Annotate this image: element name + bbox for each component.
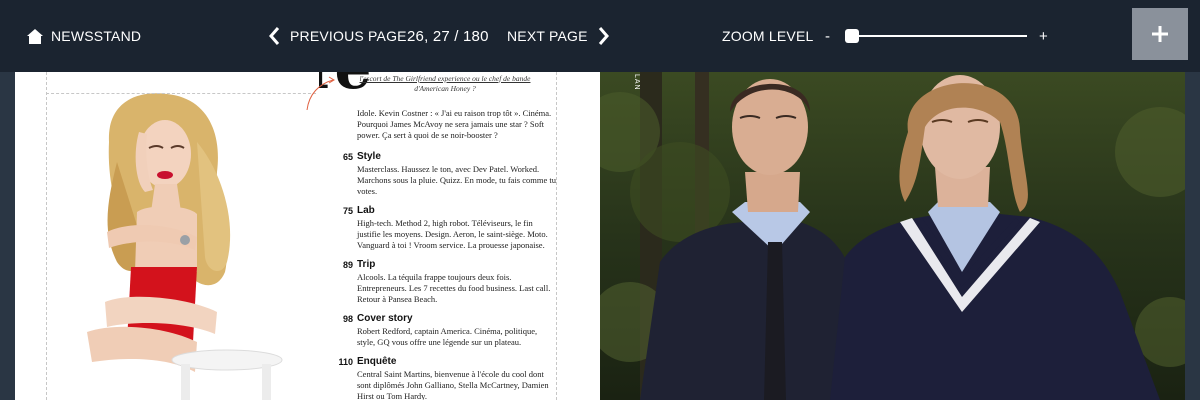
right-page: LAN bbox=[600, 72, 1185, 400]
page-counter: 26, 27 / 180 bbox=[407, 27, 489, 45]
chevron-right-icon bbox=[598, 27, 609, 45]
toc-description: High-tech. Method 2, high robot. Télévis… bbox=[357, 218, 548, 250]
newsstand-label: NEWSSTAND bbox=[51, 28, 142, 44]
left-page: Sommaire 54 bbox=[15, 72, 600, 400]
curved-arrow-icon bbox=[306, 76, 335, 111]
toc-title: Lab bbox=[357, 205, 375, 216]
crop-guide bbox=[46, 93, 316, 94]
fashion-photo bbox=[600, 72, 1185, 400]
toc-title: Trip bbox=[357, 259, 376, 270]
toc-page-number: 75 bbox=[342, 206, 353, 216]
cover-model-image bbox=[47, 72, 319, 400]
add-button[interactable] bbox=[1132, 8, 1188, 60]
toc-description: Central Saint Martins, bienvenue à l'éco… bbox=[357, 369, 549, 400]
toc-intro-text: Idole. Kevin Costner : « J'ai eu raison … bbox=[357, 108, 552, 140]
zoom-out-button[interactable]: - bbox=[825, 0, 830, 72]
toc-title: Enquête bbox=[357, 356, 397, 367]
zoom-slider-thumb[interactable] bbox=[845, 29, 859, 43]
previous-page-button[interactable]: PREVIOUS PAGE bbox=[268, 0, 407, 72]
toc-page-number: 98 bbox=[342, 314, 353, 324]
previous-page-label: PREVIOUS PAGE bbox=[290, 28, 407, 44]
intro-note: l'escort de The Girlfriend experience ou… bbox=[345, 74, 545, 94]
magazine-spread: Sommaire 54 bbox=[15, 72, 1185, 400]
next-page-label: NEXT PAGE bbox=[507, 28, 588, 44]
toc-page-number: 89 bbox=[342, 260, 353, 270]
home-icon bbox=[27, 28, 43, 44]
zoom-slider-track bbox=[851, 35, 1027, 37]
zoom-in-button[interactable]: + bbox=[1039, 0, 1048, 72]
toc-page-number: 65 bbox=[342, 152, 353, 162]
chevron-left-icon bbox=[269, 27, 280, 45]
intro-note-line: d'American Honey ? bbox=[414, 84, 476, 93]
toc-page-number: 110 bbox=[338, 357, 353, 367]
newsstand-button[interactable]: NEWSSTAND bbox=[26, 0, 141, 72]
zoom-slider[interactable] bbox=[845, 27, 1027, 45]
intro-note-line: l'escort de The Girlfriend experience ou… bbox=[359, 74, 531, 83]
next-page-button[interactable]: NEXT PAGE bbox=[507, 0, 610, 72]
toc-description: Masterclass. Haussez le ton, avec Dev Pa… bbox=[357, 164, 556, 196]
toc-description: Alcools. La téquila frappe toujours deux… bbox=[357, 272, 551, 304]
zoom-level-label: ZOOM LEVEL bbox=[722, 28, 814, 44]
reader-toolbar: NEWSSTAND PREVIOUS PAGE 26, 27 / 180 NEX… bbox=[0, 0, 1200, 72]
toc-title: Style bbox=[357, 151, 381, 162]
toc-title: Cover story bbox=[357, 313, 413, 324]
spine-text: LAN bbox=[633, 74, 640, 91]
plus-icon bbox=[1152, 26, 1168, 42]
toc-description: Robert Redford, captain America. Cinéma,… bbox=[357, 326, 538, 347]
